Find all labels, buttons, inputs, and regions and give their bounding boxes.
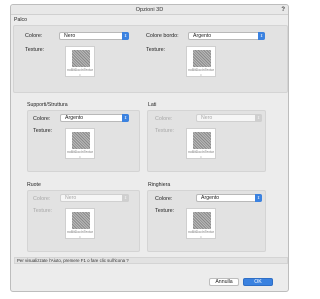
texture-preview-ringhiera[interactable]: noBitDocInTextur • [186, 208, 216, 239]
section-title-supporti: Supporti/Struttura [27, 102, 68, 108]
label-colore-ruote: Colore: [33, 196, 51, 202]
chevron-updown-icon: ⇕ [122, 114, 129, 122]
chevron-updown-icon: ⇕ [258, 32, 265, 40]
texture-preview-lati[interactable]: noBitDocInTextur • [186, 128, 216, 159]
texture-swatch [193, 212, 211, 229]
label-colore-ringhiera: Colore: [155, 196, 173, 202]
select-value: Nero [65, 195, 77, 201]
title-bar: Opzioni 3D ? [11, 5, 288, 15]
select-value: Argento [193, 33, 212, 39]
select-colore-lati[interactable]: Nero ⇕ [196, 114, 262, 122]
chevron-updown-icon: ⇕ [122, 32, 129, 40]
select-colore-supporti[interactable]: Argento ⇕ [60, 114, 129, 122]
section-title-ringhiera: Ringhiera [148, 182, 171, 188]
texture-dot: • [79, 72, 81, 77]
label-texture-bordo: Texture: [146, 47, 166, 53]
select-colore-ruote[interactable]: Nero ⇕ [60, 194, 129, 202]
texture-dot: • [200, 154, 202, 159]
texture-dot: • [200, 72, 202, 77]
texture-name: noBitDocInTextur [67, 230, 93, 234]
section-title-ruote: Ruote [27, 182, 41, 188]
section-title-lati: Lati [148, 102, 157, 108]
select-colore-bordo[interactable]: Argento ⇕ [188, 32, 265, 40]
texture-name: noBitDocInTextur [67, 68, 93, 72]
label-texture-palco: Texture: [25, 47, 45, 53]
label-colore-lati: Colore: [155, 116, 173, 122]
label-texture-lati: Texture: [155, 128, 175, 134]
window-title: Opzioni 3D [135, 7, 164, 13]
texture-name: noBitDocInTextur [188, 230, 214, 234]
help-icon[interactable]: ? [281, 5, 285, 15]
select-value: Nero [64, 33, 76, 39]
cancel-button[interactable]: Annulla [209, 278, 239, 286]
label-colore-supporti: Colore: [33, 116, 51, 122]
select-value: Argento [65, 115, 84, 121]
texture-name: noBitDocInTextur [67, 150, 93, 154]
select-value: Nero [201, 115, 213, 121]
texture-swatch [72, 50, 90, 67]
texture-dot: • [79, 154, 81, 159]
label-colore-bordo: Colore bordo: [146, 33, 179, 39]
chevron-updown-icon: ⇕ [255, 194, 262, 202]
texture-swatch [72, 212, 90, 229]
chevron-updown-icon: ⇕ [255, 114, 262, 122]
texture-name: noBitDocInTextur [188, 68, 214, 72]
texture-preview-supporti[interactable]: noBitDocInTextur • [65, 128, 95, 159]
texture-dot: • [200, 234, 202, 239]
texture-swatch [193, 132, 211, 149]
select-colore-palco[interactable]: Nero ⇕ [59, 32, 129, 40]
select-colore-ringhiera[interactable]: Argento ⇕ [196, 194, 262, 202]
label-colore-palco: Colore: [25, 33, 43, 39]
texture-preview-palco[interactable]: noBitDocInTextur • [65, 46, 95, 77]
label-texture-ruote: Texture: [33, 208, 53, 214]
chevron-updown-icon: ⇕ [122, 194, 129, 202]
select-value: Argento [201, 195, 220, 201]
texture-swatch [193, 50, 211, 67]
texture-name: noBitDocInTextur [188, 150, 214, 154]
texture-swatch [72, 132, 90, 149]
label-texture-supporti: Texture: [33, 128, 53, 134]
texture-dot: • [79, 234, 81, 239]
help-hint-text: Per visualizzate l'Aiuto, premere F1 o f… [14, 257, 288, 264]
texture-preview-bordo[interactable]: noBitDocInTextur • [186, 46, 216, 77]
section-title-palco: Palco [14, 17, 27, 23]
label-texture-ringhiera: Texture: [155, 208, 175, 214]
texture-preview-ruote[interactable]: noBitDocInTextur • [65, 208, 95, 239]
ok-button[interactable]: OK [243, 278, 273, 286]
